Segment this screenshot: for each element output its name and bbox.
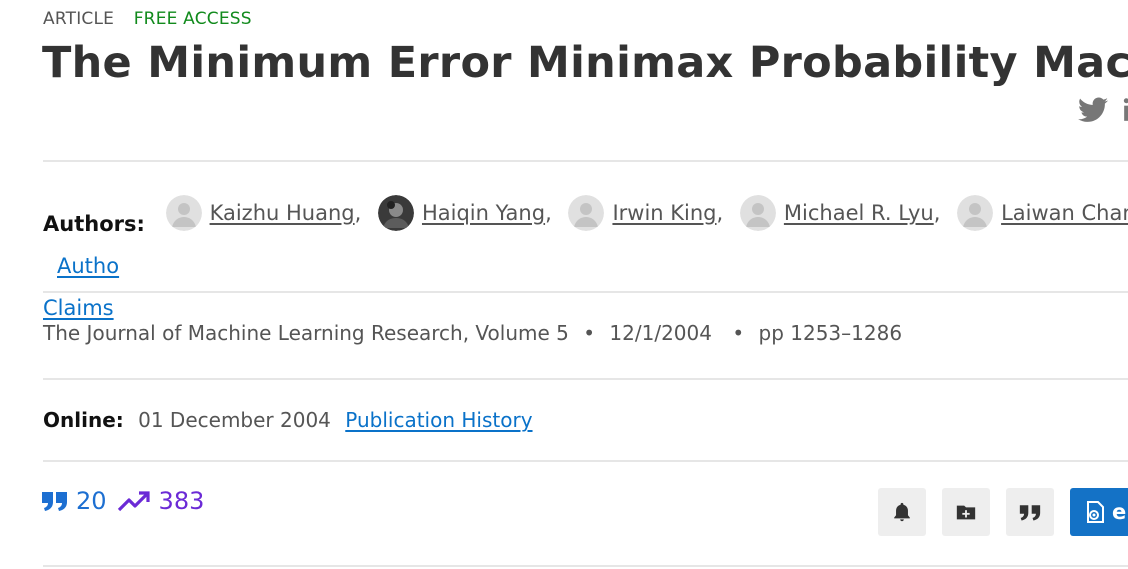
alerts-button[interactable] bbox=[878, 488, 926, 536]
twitter-icon[interactable] bbox=[1078, 97, 1108, 123]
online-date: 01 December 2004 bbox=[138, 408, 331, 432]
bell-icon bbox=[891, 501, 913, 523]
cite-button[interactable] bbox=[1006, 488, 1054, 536]
author-name-link[interactable]: Laiwan Chan bbox=[1001, 192, 1128, 234]
avatar bbox=[377, 195, 414, 231]
page-title: The Minimum Error Minimax Probability Ma… bbox=[42, 38, 1128, 88]
page-range: pp 1253–1286 bbox=[758, 321, 903, 345]
author-entry[interactable]: Laiwan Chan bbox=[957, 192, 1128, 234]
separator: • bbox=[583, 321, 596, 345]
authors-label: Authors: bbox=[43, 212, 145, 236]
article-page: ARTICLE FREE ACCESS The Minimum Error Mi… bbox=[0, 0, 1128, 569]
publication-info: The Journal of Machine Learning Research… bbox=[43, 321, 902, 345]
divider bbox=[43, 378, 1128, 380]
linkedin-icon[interactable] bbox=[1120, 97, 1128, 123]
author-entry[interactable]: Michael R. Lyu, bbox=[739, 192, 951, 234]
online-date-row: Online: 01 December 2004 Publication His… bbox=[43, 408, 533, 432]
ereader-label: eRe bbox=[1112, 500, 1128, 524]
separator: • bbox=[732, 321, 745, 345]
author-name-link[interactable]: Kaizhu Huang bbox=[210, 192, 355, 234]
author-claims-link-continued[interactable]: Claims bbox=[43, 296, 114, 320]
author-entry[interactable]: Irwin King, bbox=[568, 192, 733, 234]
quote-icon bbox=[1019, 501, 1041, 523]
divider bbox=[43, 291, 1128, 293]
quote-icon bbox=[42, 490, 68, 512]
citation-count[interactable]: 20 bbox=[76, 487, 107, 515]
article-metrics: 20 383 bbox=[42, 487, 204, 515]
online-label: Online: bbox=[43, 408, 124, 432]
folder-plus-icon bbox=[955, 501, 977, 523]
article-type-label: ARTICLE bbox=[43, 9, 115, 29]
avatar bbox=[739, 195, 776, 231]
divider bbox=[43, 460, 1128, 462]
authors-section: Authors: Kaizhu Huang, Haiqin Yang, Irwi… bbox=[43, 192, 1128, 329]
ereader-button[interactable]: eRe bbox=[1070, 488, 1128, 536]
article-actions: eRe bbox=[878, 488, 1128, 536]
divider bbox=[43, 160, 1128, 162]
free-access-badge: FREE ACCESS bbox=[133, 9, 252, 29]
avatar bbox=[957, 195, 994, 231]
avatar bbox=[165, 195, 202, 231]
publication-history-link[interactable]: Publication History bbox=[345, 408, 532, 432]
author-claims-link[interactable]: Autho bbox=[57, 254, 119, 278]
download-count[interactable]: 383 bbox=[159, 487, 205, 515]
avatar bbox=[568, 195, 605, 231]
author-name-link[interactable]: Irwin King bbox=[612, 192, 716, 234]
article-meta-row: ARTICLE FREE ACCESS bbox=[43, 9, 252, 29]
issue-date: 12/1/2004 bbox=[609, 321, 712, 345]
add-to-binder-button[interactable] bbox=[942, 488, 990, 536]
divider bbox=[43, 565, 1128, 567]
author-entry[interactable]: Haiqin Yang, bbox=[377, 192, 562, 234]
share-bar bbox=[1078, 97, 1128, 123]
ereader-icon bbox=[1084, 500, 1112, 524]
author-name-link[interactable]: Haiqin Yang bbox=[422, 192, 545, 234]
journal-name[interactable]: The Journal of Machine Learning Research… bbox=[43, 321, 569, 345]
author-name-link[interactable]: Michael R. Lyu bbox=[784, 192, 934, 234]
author-entry[interactable]: Kaizhu Huang, bbox=[165, 192, 372, 234]
trending-up-icon bbox=[117, 489, 151, 513]
